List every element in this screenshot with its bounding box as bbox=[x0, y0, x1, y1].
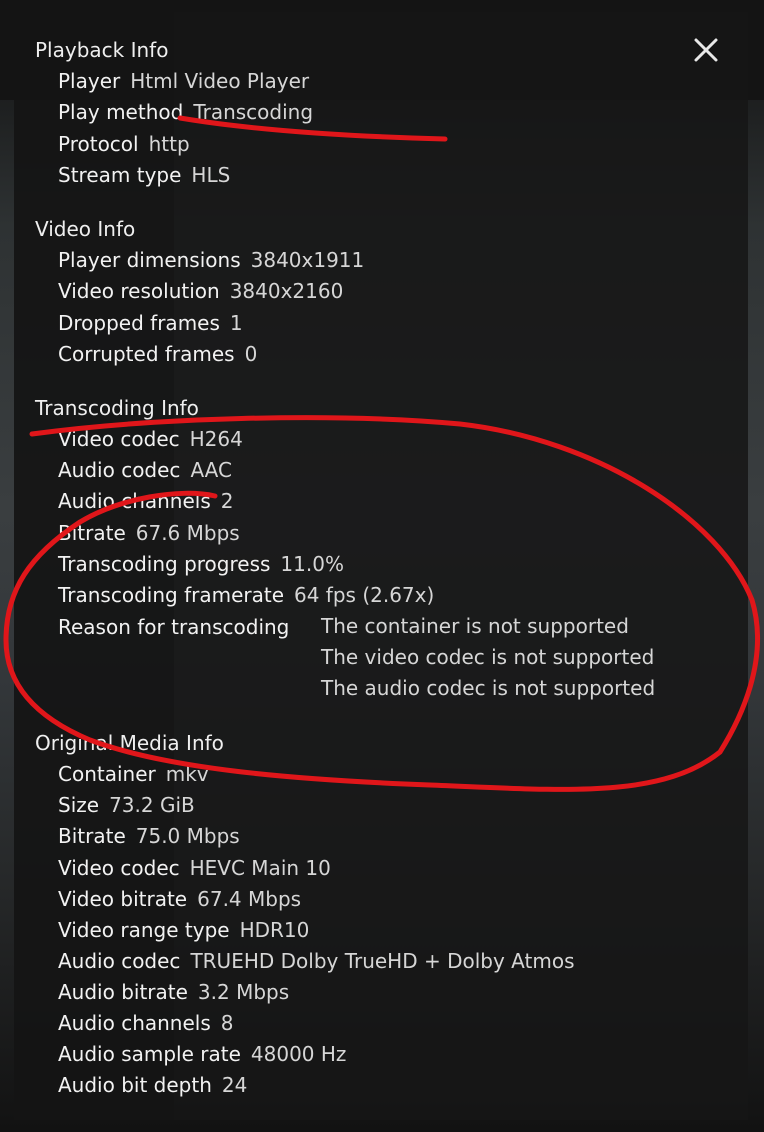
row-label: Audio bitrate bbox=[58, 980, 188, 1004]
row-value: HLS bbox=[191, 163, 231, 187]
row-play-method: Play method Transcoding bbox=[58, 100, 313, 124]
row-label: Audio sample rate bbox=[58, 1042, 241, 1066]
row-label: Audio channels bbox=[58, 489, 211, 513]
row-value: TRUEHD Dolby TrueHD + Dolby Atmos bbox=[190, 949, 575, 973]
row-label: Dropped frames bbox=[58, 311, 220, 335]
row-label: Protocol bbox=[58, 132, 139, 156]
row-player: Player Html Video Player bbox=[58, 69, 309, 93]
row-value: 67.6 Mbps bbox=[135, 521, 240, 545]
row-label: Transcoding framerate bbox=[58, 583, 284, 607]
row-transcoding-framerate: Transcoding framerate 64 fps (2.67x) bbox=[58, 583, 434, 607]
row-audio-bit-depth: Audio bit depth 24 bbox=[58, 1073, 247, 1097]
row-transcoding-progress: Transcoding progress 11.0% bbox=[58, 552, 344, 576]
row-label: Audio codec bbox=[58, 458, 181, 482]
row-label: Audio codec bbox=[58, 949, 181, 973]
row-audio-sample-rate: Audio sample rate 48000 Hz bbox=[58, 1042, 346, 1066]
row-label: Video codec bbox=[58, 856, 180, 880]
close-button[interactable] bbox=[690, 34, 722, 66]
row-original-audio-channels: Audio channels 8 bbox=[58, 1011, 234, 1035]
row-label: Transcoding progress bbox=[58, 552, 271, 576]
row-video-range-type: Video range type HDR10 bbox=[58, 918, 309, 942]
row-label: Container bbox=[58, 762, 156, 786]
row-value: 2 bbox=[220, 489, 234, 513]
row-value: AAC bbox=[190, 458, 232, 482]
row-transcode-video-codec: Video codec H264 bbox=[58, 427, 243, 451]
row-video-bitrate: Video bitrate 67.4 Mbps bbox=[58, 887, 301, 911]
row-label: Bitrate bbox=[58, 521, 126, 545]
row-label: Reason for transcoding bbox=[58, 615, 290, 639]
row-value: 3840x1911 bbox=[250, 248, 365, 272]
section-title-original-media: Original Media Info bbox=[35, 731, 224, 755]
row-original-audio-codec: Audio codec TRUEHD Dolby TrueHD + Dolby A… bbox=[58, 949, 575, 973]
section-title-transcoding: Transcoding Info bbox=[35, 396, 199, 420]
row-label: Corrupted frames bbox=[58, 342, 235, 366]
row-label: Play method bbox=[58, 100, 184, 124]
section-title-video: Video Info bbox=[35, 217, 136, 241]
transcode-reasons: The container is not supported The video… bbox=[321, 611, 655, 704]
row-value: Html Video Player bbox=[130, 69, 310, 93]
close-icon bbox=[694, 38, 718, 62]
row-stream-type: Stream type HLS bbox=[58, 163, 230, 187]
row-value: 3.2 Mbps bbox=[197, 980, 290, 1004]
row-value: HEVC Main 10 bbox=[189, 856, 331, 880]
reason-item: The video codec is not supported bbox=[321, 645, 655, 669]
row-value: 1 bbox=[229, 311, 243, 335]
row-label: Bitrate bbox=[58, 824, 126, 848]
row-label: Video bitrate bbox=[58, 887, 188, 911]
row-protocol: Protocol http bbox=[58, 132, 190, 156]
row-label: Stream type bbox=[58, 163, 182, 187]
row-value: H264 bbox=[189, 427, 243, 451]
row-original-bitrate: Bitrate 75.0 Mbps bbox=[58, 824, 240, 848]
row-value: 67.4 Mbps bbox=[197, 887, 302, 911]
row-value: 48000 Hz bbox=[250, 1042, 347, 1066]
row-transcode-audio-channels: Audio channels 2 bbox=[58, 489, 234, 513]
row-value: 64 fps (2.67x) bbox=[294, 583, 435, 607]
row-label: Size bbox=[58, 793, 100, 817]
row-label: Video codec bbox=[58, 427, 180, 451]
row-label: Audio bit depth bbox=[58, 1073, 212, 1097]
row-audio-bitrate: Audio bitrate 3.2 Mbps bbox=[58, 980, 289, 1004]
row-corrupted-frames: Corrupted frames 0 bbox=[58, 342, 257, 366]
row-player-dimensions: Player dimensions 3840x1911 bbox=[58, 248, 364, 272]
row-label: Video range type bbox=[58, 918, 230, 942]
row-value: 0 bbox=[244, 342, 258, 366]
reason-item: The audio codec is not supported bbox=[321, 676, 656, 700]
row-value: 11.0% bbox=[280, 552, 344, 576]
row-transcode-audio-codec: Audio codec AAC bbox=[58, 458, 232, 482]
row-value: Transcoding bbox=[193, 100, 314, 124]
row-container: Container mkv bbox=[58, 762, 209, 786]
row-label: Video resolution bbox=[58, 279, 220, 303]
row-value: mkv bbox=[165, 762, 209, 786]
row-original-video-codec: Video codec HEVC Main 10 bbox=[58, 856, 331, 880]
row-value: 24 bbox=[221, 1073, 248, 1097]
row-dropped-frames: Dropped frames 1 bbox=[58, 311, 243, 335]
row-label: Player dimensions bbox=[58, 248, 241, 272]
section-title-playback: Playback Info bbox=[35, 38, 169, 62]
row-value: 8 bbox=[220, 1011, 234, 1035]
row-label: Audio channels bbox=[58, 1011, 211, 1035]
reason-item: The container is not supported bbox=[321, 614, 629, 638]
row-transcode-bitrate: Bitrate 67.6 Mbps bbox=[58, 521, 240, 545]
row-value: 73.2 GiB bbox=[109, 793, 195, 817]
row-label: Player bbox=[58, 69, 121, 93]
row-value: http bbox=[148, 132, 190, 156]
row-value: 3840x2160 bbox=[229, 279, 344, 303]
row-value: 75.0 Mbps bbox=[135, 824, 240, 848]
row-video-resolution: Video resolution 3840x2160 bbox=[58, 279, 343, 303]
row-reason-for-transcoding: Reason for transcoding bbox=[58, 615, 289, 639]
row-size: Size 73.2 GiB bbox=[58, 793, 195, 817]
row-value: HDR10 bbox=[239, 918, 310, 942]
